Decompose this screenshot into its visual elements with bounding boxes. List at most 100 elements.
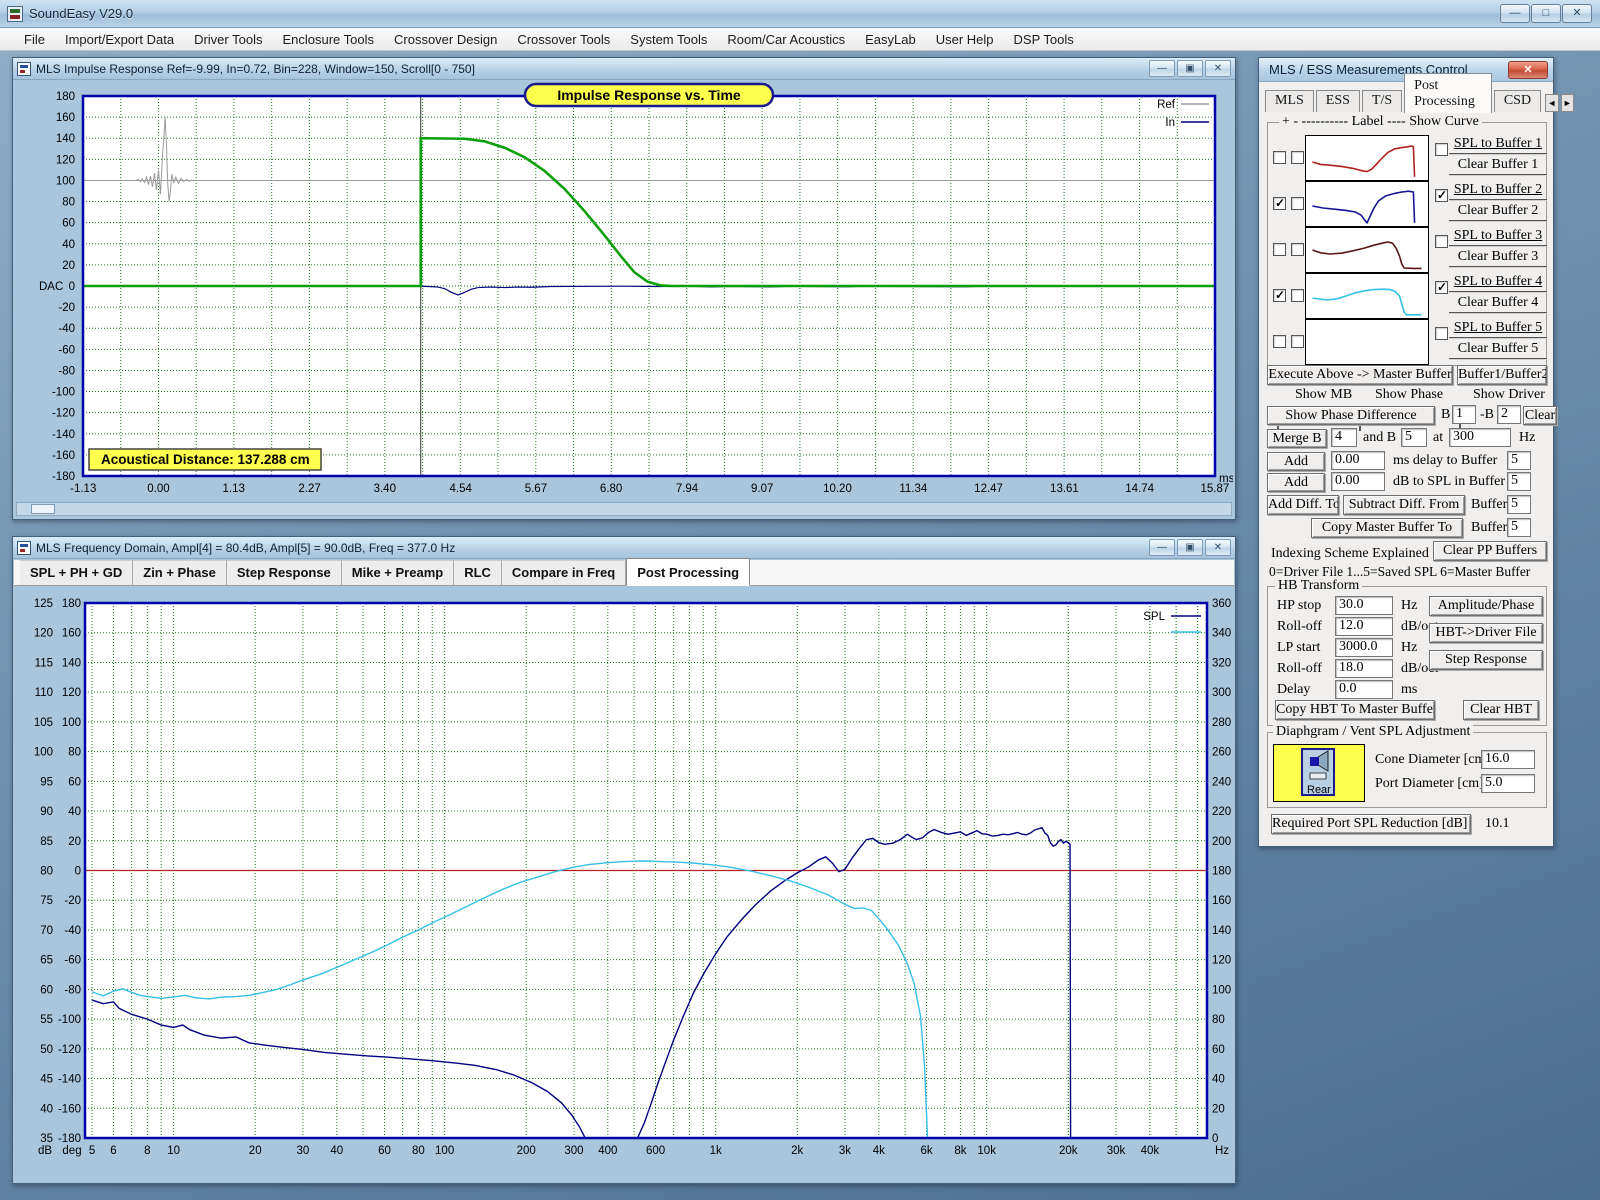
cone-diameter-input[interactable]: 16.0 xyxy=(1481,750,1535,769)
menu-easylab[interactable]: EasyLab xyxy=(855,29,926,50)
buffer-1-plus-checkbox[interactable] xyxy=(1273,151,1286,164)
menu-room-car-acoustics[interactable]: Room/Car Acoustics xyxy=(717,29,855,50)
tab-rlc[interactable]: RLC xyxy=(454,560,502,585)
clear-phase-button[interactable]: Clear xyxy=(1523,406,1557,425)
menu-system-tools[interactable]: System Tools xyxy=(620,29,717,50)
hb-row-4-input[interactable]: 18.0 xyxy=(1335,659,1393,678)
buffer-2-minus-checkbox[interactable] xyxy=(1291,197,1304,210)
panel-close-button[interactable]: ✕ xyxy=(1508,61,1548,79)
buffer-3-minus-checkbox[interactable] xyxy=(1291,243,1304,256)
buffer-2-show-checkbox[interactable] xyxy=(1435,189,1448,202)
buffer-2-plus-checkbox[interactable] xyxy=(1273,197,1286,210)
spl-to-buffer-1-button[interactable]: SPL to Buffer 1 xyxy=(1449,136,1547,154)
app-minimize-button[interactable]: — xyxy=(1500,4,1530,23)
add-db-input[interactable]: 0.00 xyxy=(1331,472,1385,491)
clear-buffer-3-button[interactable]: Clear Buffer 3 xyxy=(1449,249,1547,267)
buffer-3-show-checkbox[interactable] xyxy=(1435,235,1448,248)
clear-buffer-2-button[interactable]: Clear Buffer 2 xyxy=(1449,203,1547,221)
spl-to-buffer-5-button[interactable]: SPL to Buffer 5 xyxy=(1449,320,1547,338)
menu-crossover-design[interactable]: Crossover Design xyxy=(384,29,507,50)
buffer-5-minus-checkbox[interactable] xyxy=(1291,335,1304,348)
impulse-response-chart[interactable]: 180160140120100806040200-20-40-60-80-100… xyxy=(15,82,1233,502)
subtract-diff-from-button[interactable]: Subtract Diff. From xyxy=(1343,495,1465,515)
tab-scroll-left-icon[interactable]: ◄ xyxy=(1545,94,1559,112)
impulse-minimize-button[interactable]: — xyxy=(1149,60,1175,77)
minus-b-input[interactable]: 2 xyxy=(1497,405,1521,424)
buffer1-buffer2-button[interactable]: Buffer1/Buffer2 xyxy=(1457,365,1547,385)
buffer-1-minus-checkbox[interactable] xyxy=(1291,151,1304,164)
hb-row-1-input[interactable]: 30.0 xyxy=(1335,596,1393,615)
freq-minimize-button[interactable]: — xyxy=(1149,539,1175,556)
impulse-hscrollbar[interactable] xyxy=(16,502,1232,516)
hb-row-3-input[interactable]: 3000.0 xyxy=(1335,638,1393,657)
amplitude-phase-button[interactable]: Amplitude/Phase xyxy=(1429,596,1543,616)
required-port-spl-button[interactable]: Required Port SPL Reduction [dB] = xyxy=(1271,814,1471,834)
merge-freq-input[interactable]: 300 xyxy=(1449,428,1511,447)
merge-b-button[interactable]: Merge B xyxy=(1267,429,1327,448)
tab-spl-ph-gd[interactable]: SPL + PH + GD xyxy=(20,560,133,585)
copy-hbt-button[interactable]: Copy HBT To Master Buffer xyxy=(1275,700,1435,720)
menu-driver-tools[interactable]: Driver Tools xyxy=(184,29,272,50)
add-delay-button[interactable]: Add xyxy=(1267,452,1325,471)
speaker-rear-icon[interactable]: Rear xyxy=(1273,744,1365,802)
spl-to-buffer-2-button[interactable]: SPL to Buffer 2 xyxy=(1449,182,1547,200)
menu-crossover-tools[interactable]: Crossover Tools xyxy=(507,29,620,50)
menu-enclosure-tools[interactable]: Enclosure Tools xyxy=(272,29,384,50)
spl-to-buffer-3-button[interactable]: SPL to Buffer 3 xyxy=(1449,228,1547,246)
clear-buffer-4-button[interactable]: Clear Buffer 4 xyxy=(1449,295,1547,313)
add-diff-to-button[interactable]: Add Diff. To xyxy=(1267,495,1339,515)
panel-tab-ts[interactable]: T/S xyxy=(1362,90,1402,112)
buffer-4-minus-checkbox[interactable] xyxy=(1291,289,1304,302)
frequency-domain-chart[interactable]: 1251801201601151401101201051001008095609… xyxy=(15,587,1233,1183)
buffer-1-show-checkbox[interactable] xyxy=(1435,143,1448,156)
tab-compare-in-freq[interactable]: Compare in Freq xyxy=(502,560,626,585)
freq-close-button[interactable]: ✕ xyxy=(1205,539,1231,556)
copy-master-buffer-button[interactable]: Copy Master Buffer To xyxy=(1311,518,1463,538)
buffer-4-show-checkbox[interactable] xyxy=(1435,281,1448,294)
execute-master-buffer-button[interactable]: Execute Above -> Master Buffer xyxy=(1267,365,1453,385)
impulse-restore-button[interactable]: ▣ xyxy=(1177,60,1203,77)
buffer-4-plus-checkbox[interactable] xyxy=(1273,289,1286,302)
freq-window-titlebar[interactable]: MLS Frequency Domain, Ampl[4] = 80.4dB, … xyxy=(13,537,1235,559)
b-input[interactable]: 1 xyxy=(1452,405,1476,424)
clear-buffer-5-button[interactable]: Clear Buffer 5 xyxy=(1449,341,1547,359)
menu-import-export[interactable]: Import/Export Data xyxy=(55,29,184,50)
copy-buffer-input[interactable]: 5 xyxy=(1507,518,1531,537)
tab-step-response[interactable]: Step Response xyxy=(227,560,342,585)
add-db-buffer-input[interactable]: 5 xyxy=(1507,472,1531,491)
panel-tab-mls[interactable]: MLS xyxy=(1265,90,1314,112)
diff-buffer-input[interactable]: 5 xyxy=(1507,495,1531,514)
impulse-hscrollbar-thumb[interactable] xyxy=(31,504,55,514)
impulse-window-titlebar[interactable]: MLS Impulse Response Ref=-9.99, In=0.72,… xyxy=(13,58,1235,80)
hb-row-5-input[interactable]: 0.0 xyxy=(1335,680,1393,699)
tab-mike-preamp[interactable]: Mike + Preamp xyxy=(342,560,454,585)
port-diameter-input[interactable]: 5.0 xyxy=(1481,774,1535,793)
merge-b1-input[interactable]: 4 xyxy=(1331,428,1357,447)
merge-b2-input[interactable]: 5 xyxy=(1401,428,1427,447)
buffer-5-show-checkbox[interactable] xyxy=(1435,327,1448,340)
spl-to-buffer-4-button[interactable]: SPL to Buffer 4 xyxy=(1449,274,1547,292)
app-close-button[interactable]: ✕ xyxy=(1562,4,1592,23)
menu-user-help[interactable]: User Help xyxy=(926,29,1004,50)
panel-tab-csd[interactable]: CSD xyxy=(1494,90,1541,112)
buffer-3-plus-checkbox[interactable] xyxy=(1273,243,1286,256)
clear-hbt-button[interactable]: Clear HBT xyxy=(1463,700,1539,720)
panel-tab-ess[interactable]: ESS xyxy=(1316,90,1360,112)
app-maximize-button[interactable]: □ xyxy=(1531,4,1561,23)
panel-tab-post-processing[interactable]: Post Processing xyxy=(1404,73,1492,113)
tab-zin-phase[interactable]: Zin + Phase xyxy=(133,560,227,585)
freq-restore-button[interactable]: ▣ xyxy=(1177,539,1203,556)
add-delay-input[interactable]: 0.00 xyxy=(1331,451,1385,470)
show-phase-difference-button[interactable]: Show Phase Difference xyxy=(1267,406,1435,425)
clear-buffer-1-button[interactable]: Clear Buffer 1 xyxy=(1449,157,1547,175)
clear-pp-buffers-button[interactable]: Clear PP Buffers xyxy=(1433,541,1547,561)
menu-dsp-tools[interactable]: DSP Tools xyxy=(1004,29,1084,50)
buffer-5-plus-checkbox[interactable] xyxy=(1273,335,1286,348)
tab-scroll-right-icon[interactable]: ► xyxy=(1561,94,1575,112)
impulse-close-button[interactable]: ✕ xyxy=(1205,60,1231,77)
hbt-driver-file-button[interactable]: HBT->Driver File xyxy=(1429,623,1543,643)
add-db-button[interactable]: Add xyxy=(1267,473,1325,492)
tab-post-processing[interactable]: Post Processing xyxy=(626,558,750,586)
hb-row-2-input[interactable]: 12.0 xyxy=(1335,617,1393,636)
menu-file[interactable]: File xyxy=(14,29,55,50)
